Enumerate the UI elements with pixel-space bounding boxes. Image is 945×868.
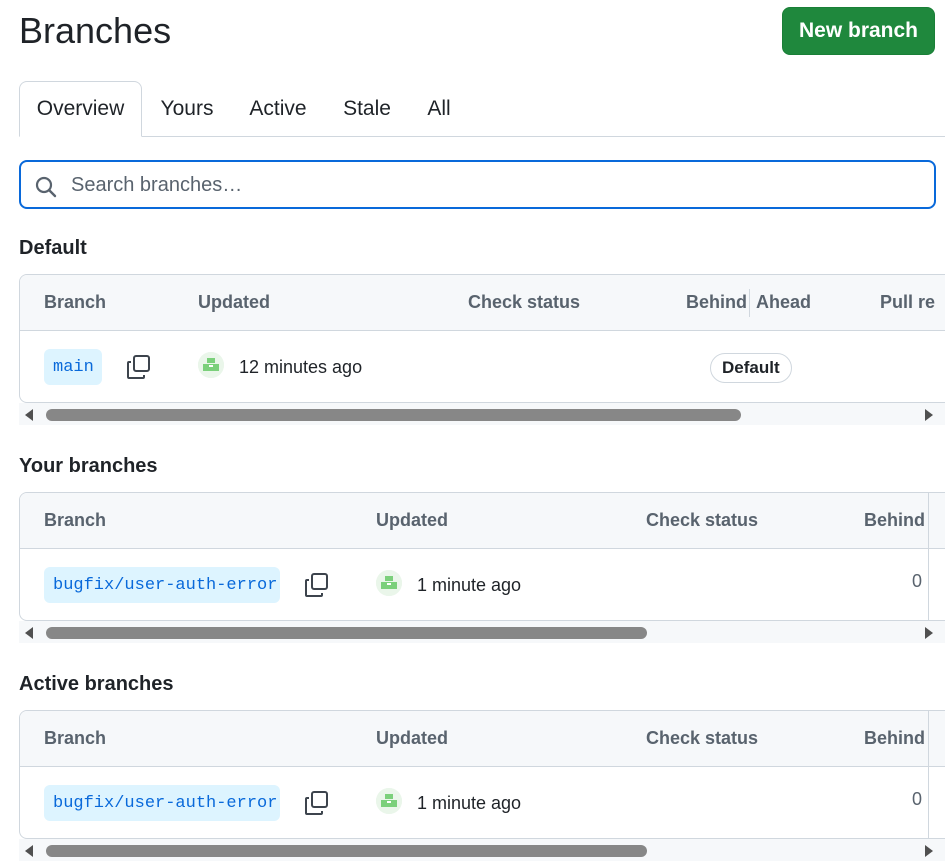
column-behind[interactable]: Behind: [864, 711, 925, 766]
column-check-status[interactable]: Check status: [646, 711, 758, 766]
section-title-default: Default: [19, 237, 87, 259]
column-branch[interactable]: Branch: [44, 711, 106, 766]
copy-icon[interactable]: [303, 789, 331, 817]
tab-yours[interactable]: Yours: [147, 81, 227, 136]
avatar[interactable]: [376, 788, 402, 814]
scroll-left-arrow-icon[interactable]: [25, 409, 33, 421]
column-branch[interactable]: Branch: [44, 493, 106, 548]
column-pull-request[interactable]: Pull re: [880, 275, 935, 330]
page-title: Branches: [19, 10, 172, 51]
horizontal-scrollbar[interactable]: [19, 403, 945, 425]
avatar[interactable]: [376, 570, 402, 596]
column-updated[interactable]: Updated: [376, 493, 448, 548]
scroll-left-arrow-icon[interactable]: [25, 845, 33, 857]
scroll-right-arrow-icon[interactable]: [925, 845, 933, 857]
scroll-right-arrow-icon[interactable]: [925, 627, 933, 639]
column-ahead[interactable]: Ahead: [756, 275, 811, 330]
tab-all[interactable]: All: [419, 81, 459, 136]
table-header: Branch Updated Check status Behind: [20, 493, 945, 620]
column-updated[interactable]: Updated: [376, 711, 448, 766]
column-check-status[interactable]: Check status: [646, 493, 758, 548]
table-header: Branch Updated Check status Behind: [20, 711, 945, 838]
tab-active[interactable]: Active: [241, 81, 315, 136]
table-row: bugfix/user-auth-error 1 minute ago 0: [20, 767, 945, 838]
copy-icon[interactable]: [125, 353, 153, 381]
column-check-status[interactable]: Check status: [468, 275, 580, 330]
default-branches-table: Branch Updated Check status Behind Ahead…: [19, 274, 945, 403]
copy-icon[interactable]: [303, 571, 331, 599]
updated-time: 1 minute ago: [417, 792, 522, 813]
horizontal-scrollbar[interactable]: [19, 621, 945, 643]
search-input[interactable]: [69, 168, 913, 203]
section-title-active: Active branches: [19, 673, 174, 695]
table-row: bugfix/user-auth-error 1 minute ago 0: [20, 549, 945, 620]
table-row: main 12 minutes ago Default: [20, 331, 945, 402]
column-branch[interactable]: Branch: [44, 275, 106, 330]
search-icon: [35, 176, 57, 198]
branch-tabs: Overview Yours Active Stale All: [19, 81, 945, 137]
scroll-left-arrow-icon[interactable]: [25, 627, 33, 639]
default-badge: Default: [710, 353, 792, 383]
scroll-right-arrow-icon[interactable]: [925, 409, 933, 421]
column-behind[interactable]: Behind: [864, 493, 925, 548]
branch-name-link[interactable]: bugfix/user-auth-error: [44, 785, 280, 821]
table-header: Branch Updated Check status Behind Ahead…: [20, 275, 945, 331]
updated-time: 1 minute ago: [417, 574, 522, 595]
scrollbar-thumb[interactable]: [46, 627, 647, 639]
column-divider: [749, 289, 750, 317]
search-box: [19, 160, 936, 209]
section-title-yours: Your branches: [19, 455, 158, 477]
scrollbar-thumb[interactable]: [46, 845, 647, 857]
branch-name-link[interactable]: main: [44, 349, 102, 385]
behind-count: 0: [912, 571, 923, 591]
horizontal-scrollbar[interactable]: [19, 839, 945, 861]
tab-stale[interactable]: Stale: [335, 81, 399, 136]
avatar[interactable]: [198, 352, 224, 378]
column-behind[interactable]: Behind: [686, 275, 747, 330]
column-updated[interactable]: Updated: [198, 275, 270, 330]
scrollbar-thumb[interactable]: [46, 409, 741, 421]
tab-overview[interactable]: Overview: [19, 81, 142, 137]
new-branch-button[interactable]: New branch: [782, 7, 935, 55]
branch-name-link[interactable]: bugfix/user-auth-error: [44, 567, 280, 603]
your-branches-table: Branch Updated Check status Behind bugfi…: [19, 492, 945, 621]
updated-time: 12 minutes ago: [239, 356, 363, 377]
behind-count: 0: [912, 789, 923, 809]
active-branches-table: Branch Updated Check status Behind bugfi…: [19, 710, 945, 839]
